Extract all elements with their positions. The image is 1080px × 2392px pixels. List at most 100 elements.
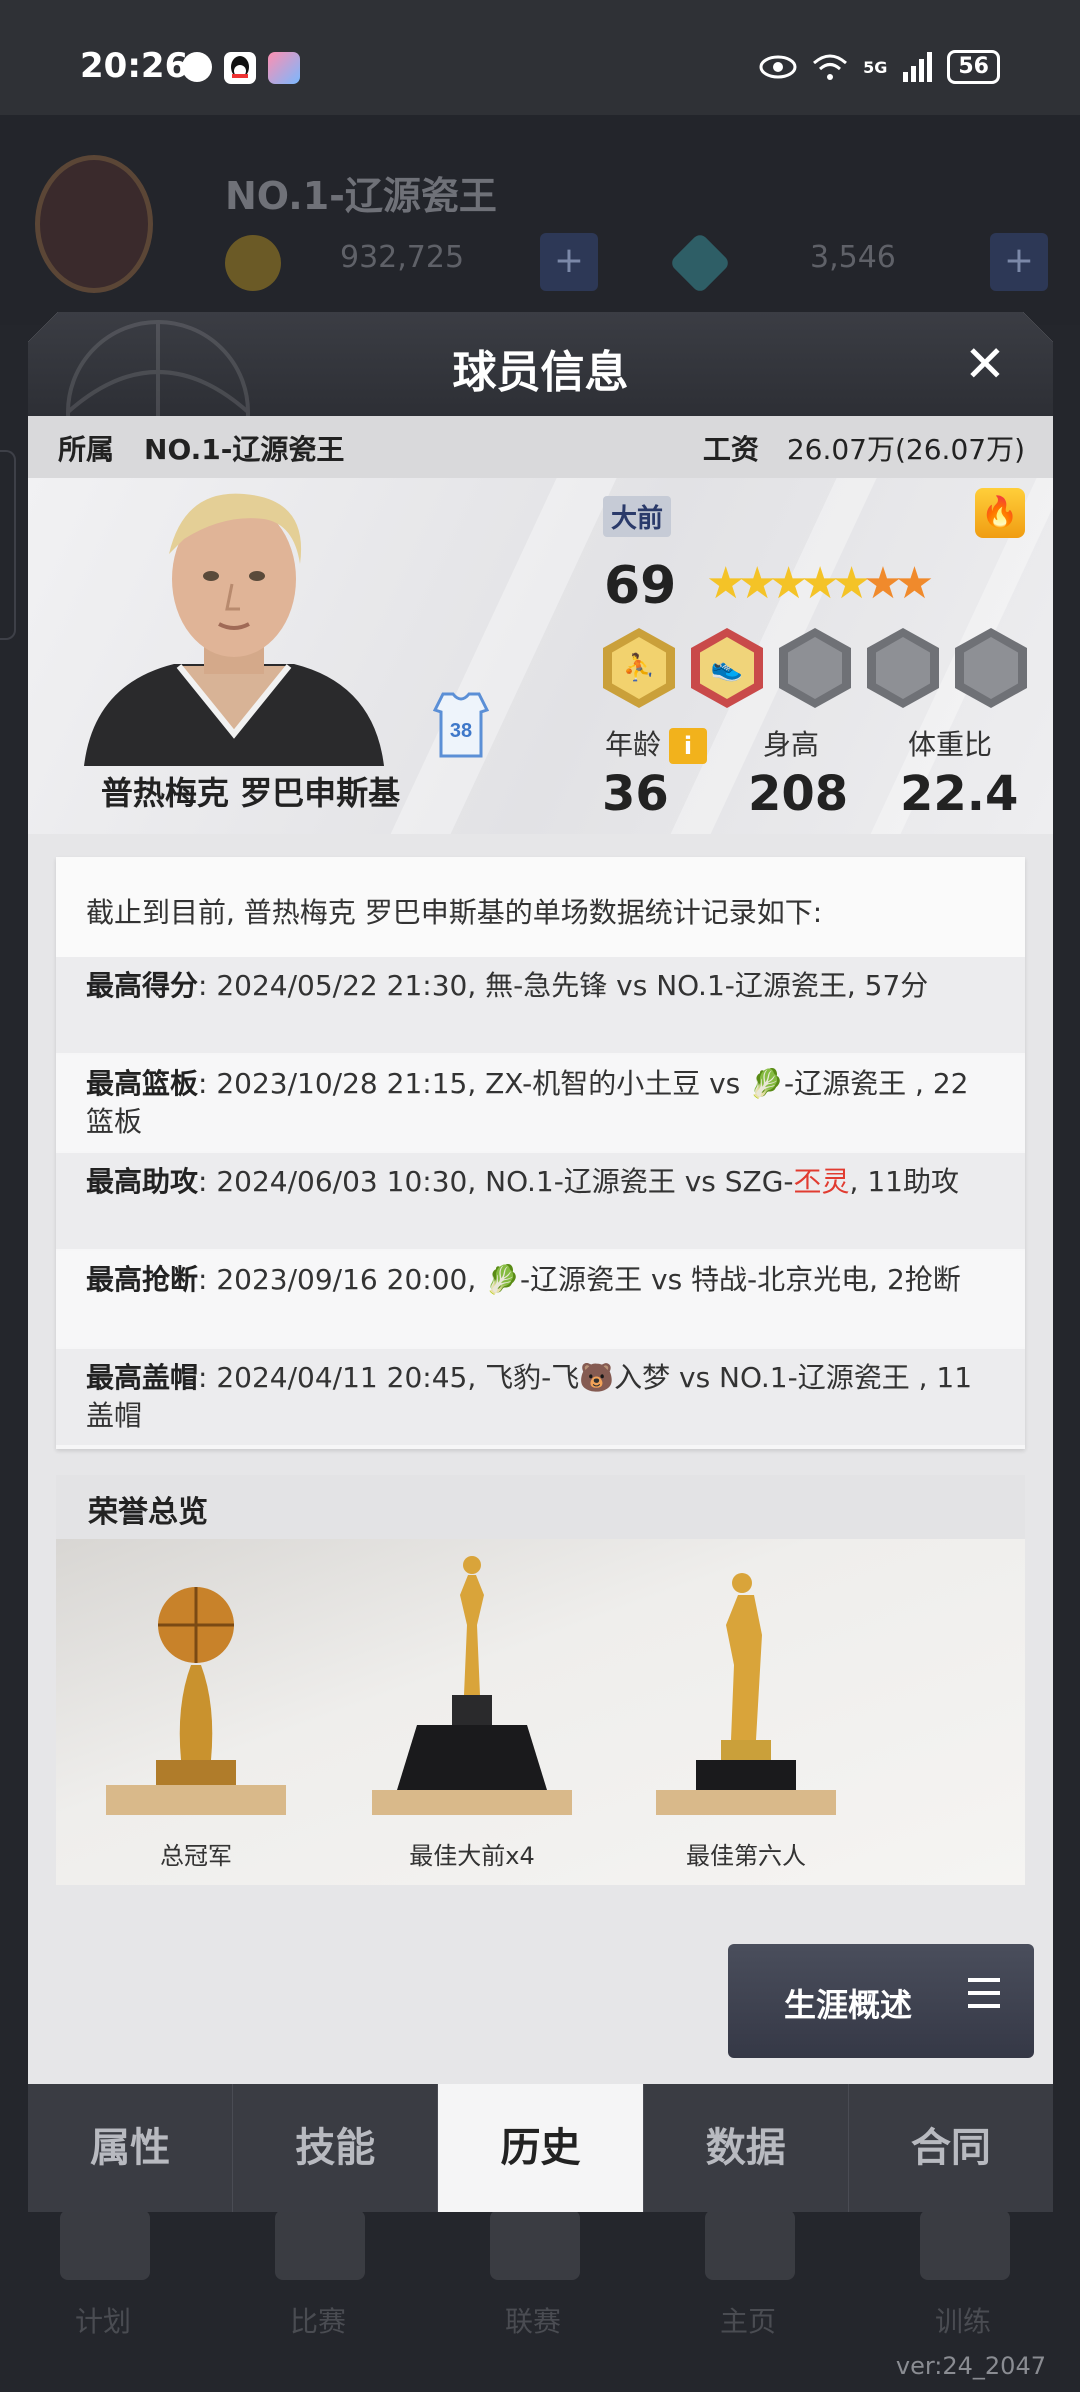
records-intro: 截止到目前, 普热梅克 罗巴申斯基的单场数据统计记录如下: (56, 857, 1025, 957)
age-label-group: 年龄 i (605, 723, 708, 764)
bottom-nav-training[interactable]: 训练 (935, 2300, 991, 2340)
honors-showcase: 总冠军 最佳大前x4 最佳第六人 (56, 1539, 1025, 1885)
background-header: NO.1-辽源瓷王 932,725 + 3,546 + (0, 115, 1080, 325)
record-row-steals: 最高抢断: 2023/09/16 20:00, 🥬-辽源瓷王 vs 特战-北京光… (56, 1251, 1025, 1347)
sixth-man-trophy-icon (656, 1573, 836, 1815)
modal-header: 球员信息 ✕ (28, 312, 1053, 416)
background-team-name: NO.1-辽源瓷王 (225, 174, 497, 218)
jersey-number: 38 (450, 720, 472, 742)
add-coins-button[interactable]: + (540, 233, 598, 291)
record-text: : 2023/10/28 21:15, ZX-机智的小土豆 vs 🥬-辽源瓷王 … (86, 1067, 969, 1138)
locked-badge-icon[interactable] (955, 628, 1027, 708)
honor-champion[interactable]: 总冠军 (96, 1555, 296, 1875)
record-label: 最高助攻 (86, 1165, 199, 1198)
eye-icon (759, 55, 797, 79)
star-icon: ★ (894, 558, 935, 609)
player-card: 38 普热梅克 罗巴申斯基 大前 🔥 69 ★ ★ ★ ★ ★ ★ ★ ⛹ 👟 年龄 i 身高… (28, 478, 1053, 834)
star-rating: ★ ★ ★ ★ ★ ★ ★ (706, 562, 934, 606)
tab-data[interactable]: 数据 (644, 2084, 849, 2212)
affiliation-value: NO.1-辽源瓷王 (144, 433, 345, 466)
fire-icon[interactable]: 🔥 (975, 488, 1025, 538)
tab-contract[interactable]: 合同 (849, 2084, 1053, 2212)
qq-notification-icon (224, 52, 256, 84)
honor-label: 最佳大前x4 (409, 1842, 535, 1870)
affiliation-salary-bar: 所属 NO.1-辽源瓷王 工资 26.07万(26.07万) (28, 416, 1053, 478)
version-label: ver:24_2047 (895, 2352, 1046, 2380)
record-label: 最高盖帽 (86, 1361, 199, 1394)
red-shoe-badge-icon[interactable]: 👟 (691, 628, 763, 708)
record-label: 最高篮板 (86, 1067, 199, 1100)
diamond-icon (668, 231, 732, 295)
home-icon (705, 2210, 795, 2280)
record-row-rebounds: 最高篮板: 2023/10/28 21:15, ZX-机智的小土豆 vs 🥬-辽… (56, 1055, 1025, 1151)
status-time: 20:26 (80, 46, 189, 86)
bottom-nav-match[interactable]: 比赛 (290, 2300, 346, 2340)
player-rating: 69 (604, 556, 677, 616)
gold-player-badge-icon[interactable]: ⛹ (603, 628, 675, 708)
league-icon (490, 2210, 580, 2280)
diamond-value: 3,546 (810, 240, 896, 275)
weight-value: 22.4 (900, 766, 1019, 822)
honor-label: 总冠军 (160, 1842, 232, 1870)
record-text: : 2023/09/16 20:00, 🥬-辽源瓷王 vs 特战-北京光电, 2… (198, 1263, 961, 1296)
training-icon (920, 2210, 1010, 2280)
player-portrait[interactable] (64, 484, 404, 766)
tab-skills[interactable]: 技能 (233, 2084, 439, 2212)
record-row-assists: 最高助攻: 2024/06/03 10:30, NO.1-辽源瓷王 vs SZG… (56, 1153, 1025, 1249)
bottom-nav-plan[interactable]: 计划 (75, 2300, 131, 2340)
modal-title: 球员信息 (452, 347, 629, 398)
honor-label: 最佳第六人 (686, 1842, 806, 1870)
salary-label: 工资 (702, 433, 759, 466)
info-icon[interactable]: i (669, 728, 708, 764)
tab-history[interactable]: 历史 (438, 2084, 644, 2212)
coin-icon (225, 235, 281, 291)
locked-badge-icon[interactable] (779, 628, 851, 708)
honor-best-pf[interactable]: 最佳大前x4 (372, 1555, 572, 1875)
close-icon[interactable]: ✕ (955, 334, 1015, 394)
plan-icon (60, 2210, 150, 2280)
record-label: 最高得分 (86, 969, 199, 1002)
menu-icon (968, 1978, 1000, 2017)
affiliation: 所属 NO.1-辽源瓷王 (58, 428, 344, 468)
tab-attributes[interactable]: 属性 (28, 2084, 234, 2212)
salary: 工资 26.07万(26.07万) (703, 428, 1025, 468)
record-row-points: 最高得分: 2024/05/22 21:30, 無-急先锋 vs NO.1-辽源… (56, 957, 1025, 1053)
honors-section: 荣誉总览 总冠军 最佳大前x4 最佳第六人 (56, 1475, 1025, 1885)
signal-icon (903, 52, 933, 82)
honors-title: 荣誉总览 (56, 1475, 1025, 1539)
age-label: 年龄 (605, 728, 662, 761)
career-overview-button[interactable]: 生涯概述 (728, 1944, 1034, 2058)
add-diamonds-button[interactable]: + (990, 233, 1048, 291)
best-pf-trophy-icon (372, 1556, 572, 1815)
jersey-icon: 38 (433, 692, 489, 758)
coin-value: 932,725 (340, 240, 465, 275)
height-label: 身高 (763, 728, 820, 761)
honor-sixth-man[interactable]: 最佳第六人 (646, 1555, 846, 1875)
player-name: 普热梅克 罗巴申斯基 (100, 774, 401, 812)
side-drawer-handle[interactable] (0, 450, 16, 640)
salary-value: 26.07万(26.07万) (786, 433, 1025, 466)
career-overview-label: 生涯概述 (784, 1986, 913, 2024)
single-game-records: 截止到目前, 普热梅克 罗巴申斯基的单场数据统计记录如下: 最高得分: 2024… (56, 857, 1025, 1449)
status-bar: 20:26 5G 56 (0, 0, 1080, 115)
player-info-modal: 球员信息 ✕ 所属 NO.1-辽源瓷王 工资 26.07万(26.07万) 38 (28, 312, 1053, 2212)
height-value: 208 (748, 766, 849, 822)
skill-badges: ⛹ 👟 (603, 628, 1027, 708)
status-icons: 5G 56 (759, 50, 1000, 84)
match-icon (275, 2210, 365, 2280)
tab-bar: 属性 技能 历史 数据 合同 (28, 2084, 1053, 2212)
battery-level: 56 (947, 50, 1000, 84)
wifi-icon (813, 54, 848, 80)
position-badge: 大前 (603, 496, 672, 537)
bottom-nav-home[interactable]: 主页 (720, 2300, 776, 2340)
record-text: : 2024/05/22 21:30, 無-急先锋 vs NO.1-辽源瓷王, … (198, 969, 929, 1002)
record-text: : 2024/04/11 20:45, 飞豹-飞🐻入梦 vs NO.1-辽源瓷王… (86, 1361, 973, 1432)
championship-trophy-icon (106, 1587, 286, 1815)
locked-badge-icon[interactable] (867, 628, 939, 708)
record-highlight: 丕灵 (793, 1165, 850, 1198)
bottom-nav-league[interactable]: 联赛 (505, 2300, 561, 2340)
record-label: 最高抢断 (86, 1263, 199, 1296)
affiliation-label: 所属 (58, 433, 115, 466)
record-row-blocks: 最高盖帽: 2024/04/11 20:45, 飞豹-飞🐻入梦 vs NO.1-… (56, 1349, 1025, 1445)
record-tail: , 11助攻 (849, 1165, 959, 1198)
